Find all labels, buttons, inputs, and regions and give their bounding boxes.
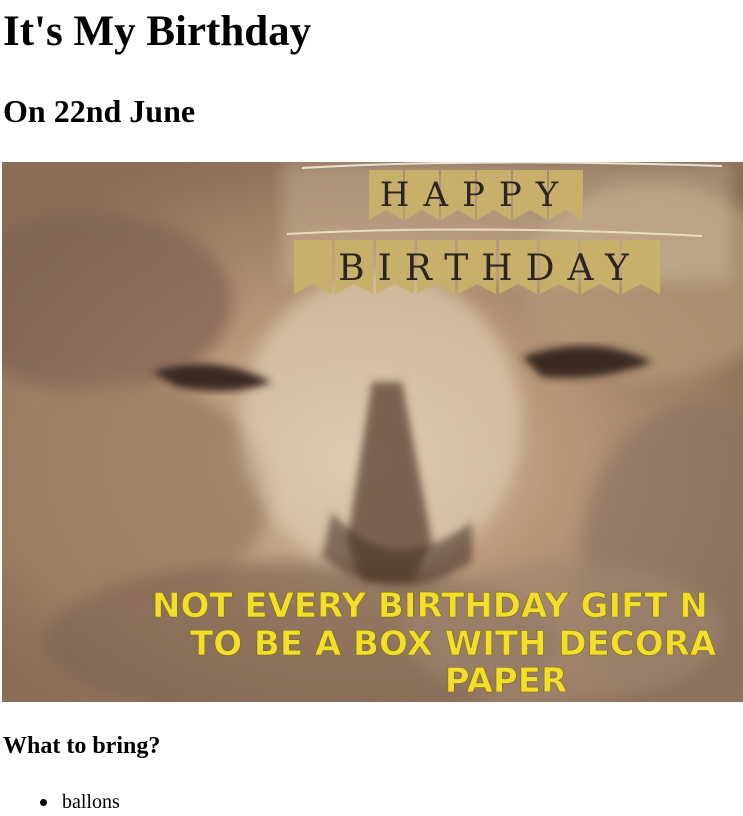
bring-heading: What to bring? [3, 733, 161, 759]
bullet-icon [40, 799, 47, 806]
banner-happy-text: HAPPY [380, 175, 572, 215]
bring-list: ballons [0, 788, 120, 816]
caption-line-2: TO BE A BOX WITH DECORA [190, 624, 717, 664]
cat-illustration: HAPPY BIRTHDAY NOT EVERY BIRTHDAY GIFT N… [2, 162, 743, 702]
page-title: It's My Birthday [3, 8, 312, 55]
banner-birthday: BIRTHDAY [294, 240, 660, 294]
caption-line-1: NOT EVERY BIRTHDAY GIFT N [152, 586, 708, 626]
banner-birthday-text: BIRTHDAY [338, 248, 642, 289]
bring-item-ballons: ballons [0, 788, 120, 816]
banner-happy: HAPPY [369, 170, 583, 220]
birthday-cat-gif: HAPPY BIRTHDAY NOT EVERY BIRTHDAY GIFT N… [2, 162, 743, 702]
page-subtitle: On 22nd June [3, 93, 196, 129]
bring-item-label: ballons [62, 791, 120, 813]
caption-line-3: PAPER [445, 661, 567, 701]
